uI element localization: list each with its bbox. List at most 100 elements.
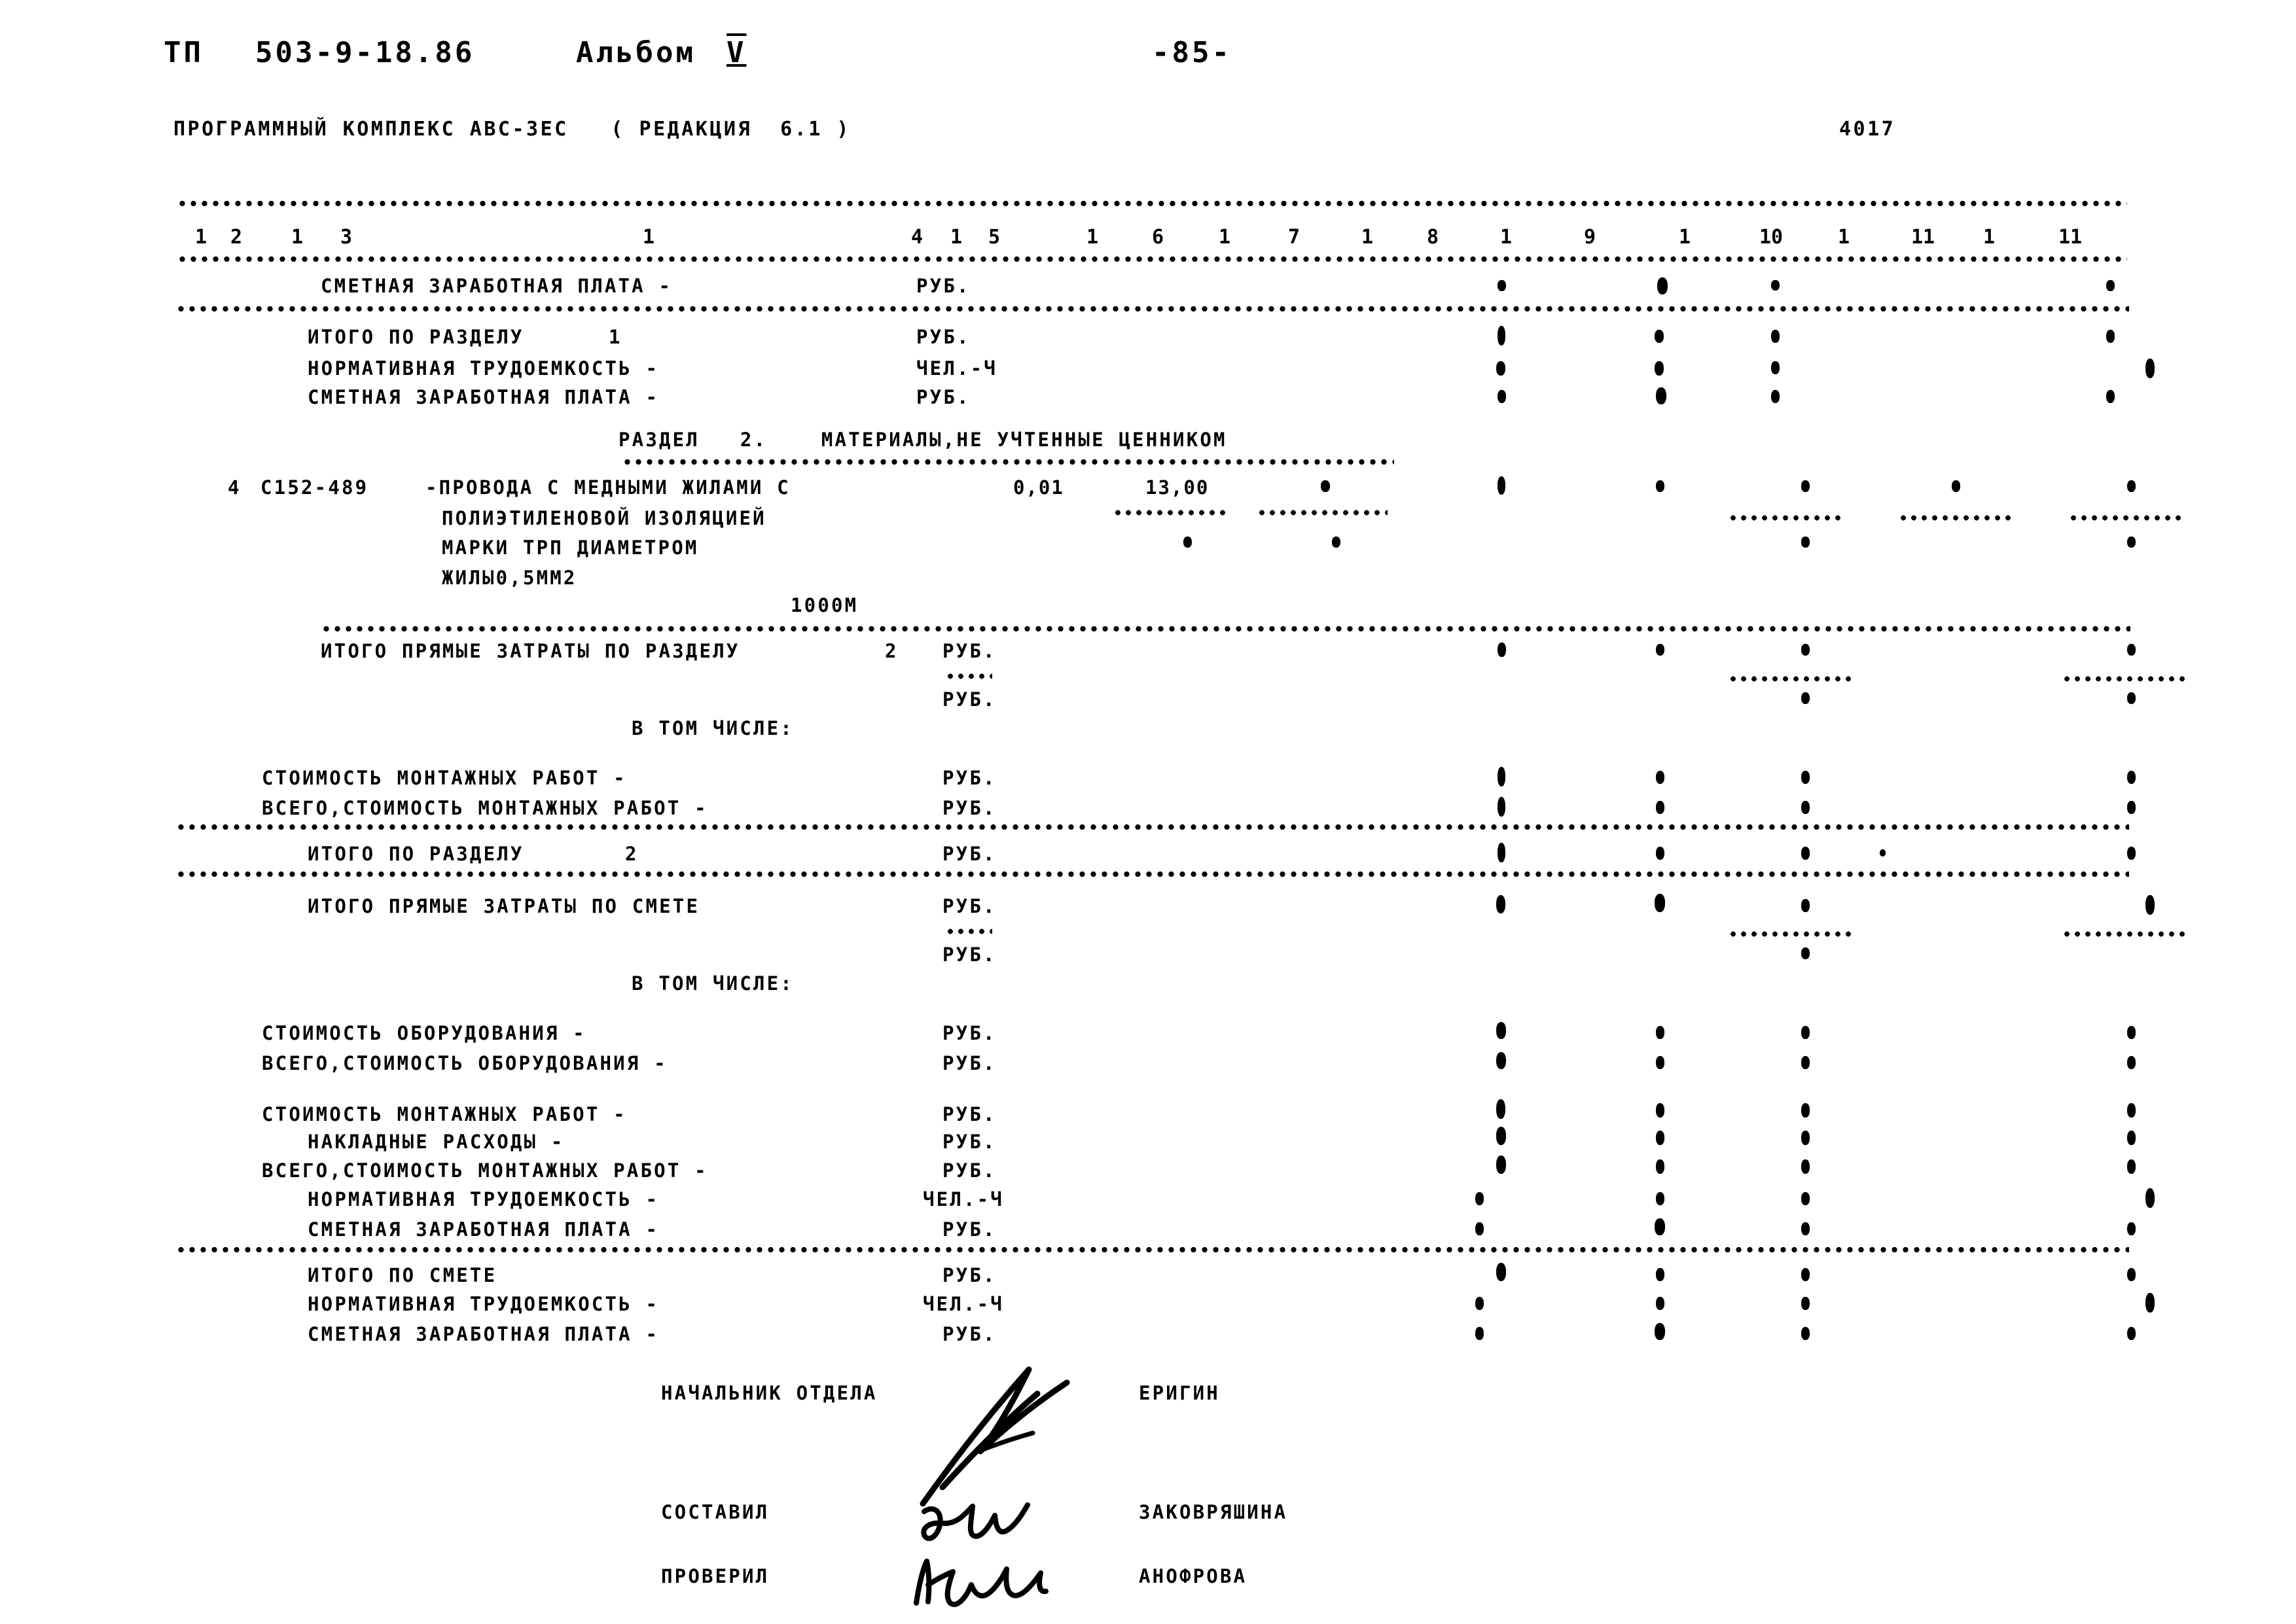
value-mark	[1771, 330, 1780, 343]
value-mark	[1332, 537, 1340, 548]
value-mark	[1656, 480, 1664, 492]
section2-total-index: 2	[625, 843, 639, 865]
column-number-pipe-1: 1	[195, 226, 207, 249]
estimate-line-label-4: ВСЕГО,СТОИМОСТЬ МОНТАЖНЫХ РАБОТ -	[262, 1159, 708, 1182]
value-mark	[2127, 847, 2136, 860]
section2-including-label: В ТОМ ЧИСЛЕ:	[632, 717, 794, 739]
table-header-bottom-rule	[177, 255, 2127, 263]
section-title-underline	[622, 458, 1394, 466]
value-mark	[1475, 1327, 1484, 1340]
value-mark	[1656, 847, 1664, 860]
value-mark	[1880, 849, 1886, 856]
column-number-pipe-5: 1	[1086, 226, 1099, 249]
value-mark	[2106, 390, 2115, 403]
row-separator-rule	[175, 1246, 2129, 1254]
value-mark	[1801, 1297, 1810, 1310]
doc-code-prefix: ТП	[164, 36, 204, 69]
value-mark	[1801, 801, 1810, 814]
value-mark	[2127, 1056, 2136, 1069]
estimate-line-unit-2: РУБ.	[942, 1103, 997, 1125]
value-mark	[2127, 480, 2136, 492]
value-mark	[1656, 1297, 1664, 1310]
value-mark	[2145, 1188, 2155, 1208]
album-label: Альбом	[576, 36, 696, 69]
section2-direct-costs-label: ИТОГО ПРЯМЫЕ ЗАТРАТЫ ПО РАЗДЕЛУ	[321, 640, 740, 662]
estimate-line-unit-0: РУБ.	[942, 1022, 997, 1044]
value-mark	[1656, 1103, 1664, 1118]
value-mark	[1801, 1026, 1810, 1039]
value-mark	[2127, 1131, 2136, 1145]
item-price-underline	[1113, 509, 1230, 516]
value-mark	[2127, 537, 2136, 548]
row-label-wages-1: СМЕТНАЯ ЗАРАБОТНАЯ ПЛАТА -	[321, 275, 673, 297]
program-complex-line: ПРОГРАММНЫЙ КОМПЛЕКС АВС-3ЕС ( РЕДАКЦИЯ …	[173, 118, 851, 141]
value-mark	[1498, 476, 1505, 495]
item-code: С152-489	[260, 476, 369, 499]
column-number-pipe-2: 1	[291, 226, 304, 249]
value-mark	[2145, 895, 2155, 915]
signature-name-1: ЗАКОВРЯШИНА	[1139, 1501, 1288, 1523]
estimate-direct-costs-unit-2: РУБ.	[942, 944, 997, 966]
estimate-line-label-3: НАКЛАДНЫЕ РАСХОДЫ -	[308, 1131, 565, 1153]
section2-direct-costs-unit: РУБ.	[942, 640, 997, 662]
column-number-pipe-6: 1	[1219, 226, 1231, 249]
row-separator-rule	[175, 305, 2129, 313]
value-mark	[2127, 1026, 2136, 1039]
value-mark	[1496, 895, 1505, 913]
estimate-line-unit-6: РУБ.	[942, 1218, 997, 1241]
value-mark	[2127, 692, 2136, 704]
value-mark	[1655, 1323, 1665, 1340]
estimate-col-underline-b	[2062, 930, 2186, 938]
value-mark	[1496, 1156, 1506, 1174]
value-mark	[1801, 644, 1810, 656]
value-mark	[1655, 894, 1665, 912]
row-label-labor-1: НОРМАТИВНАЯ ТРУДОЕМКОСТЬ -	[308, 357, 660, 380]
section2-line-unit-1: РУБ.	[942, 797, 997, 819]
signature-name-0: ЕРИГИН	[1139, 1382, 1220, 1404]
section2-total-unit: РУБ.	[942, 843, 997, 865]
row-label-section-total-1: ИТОГО ПО РАЗДЕЛУ	[308, 326, 524, 348]
row-unit-wages-1: РУБ.	[916, 275, 971, 297]
value-mark	[1801, 1268, 1810, 1281]
column-number-2: 3	[340, 226, 353, 249]
value-mark	[1657, 277, 1668, 294]
value-mark	[1183, 537, 1192, 548]
column-number-1: 2	[230, 226, 243, 249]
row-index-section-total-1: 1	[609, 326, 622, 348]
item-description-line-2: ПОЛИЭТИЛЕНОВОЙ ИЗОЛЯЦИЕЙ	[442, 507, 766, 529]
column-number-8: 9	[1584, 226, 1596, 249]
value-mark	[1801, 771, 1810, 784]
value-mark	[1801, 1222, 1810, 1235]
value-mark	[2127, 644, 2136, 656]
value-mark	[1801, 847, 1810, 860]
signature-role-2: ПРОВЕРИЛ	[661, 1565, 770, 1587]
column-number-pipe-10: 1	[1838, 226, 1850, 249]
value-mark	[1656, 1131, 1664, 1145]
grand-total-wages-unit: РУБ.	[942, 1323, 997, 1345]
estimate-line-unit-3: РУБ.	[942, 1131, 997, 1153]
column-number-pipe-9: 1	[1679, 226, 1691, 249]
value-mark	[1801, 537, 1810, 548]
row-label-wages-2: СМЕТНАЯ ЗАРАБОТНАЯ ПЛАТА -	[308, 386, 660, 408]
value-mark	[1801, 480, 1810, 492]
row-unit-labor-1: ЧЕЛ.-Ч	[916, 357, 997, 380]
column-number-pipe-11: 1	[1983, 226, 1996, 249]
album-number: V	[726, 36, 747, 69]
estimate-col-underline-a	[1728, 930, 1852, 938]
value-mark	[2127, 1103, 2136, 1118]
estimate-line-label-1: ВСЕГО,СТОИМОСТЬ ОБОРУДОВАНИЯ -	[262, 1052, 668, 1074]
item-description-line-4: ЖИЛЫ0,5ММ2	[442, 567, 577, 589]
value-mark	[1656, 1192, 1664, 1205]
value-mark	[2127, 1222, 2136, 1235]
row-unit-wages-2: РУБ.	[916, 386, 971, 408]
document-page: ТП 503-9-18.86 Альбом V -85- ПРОГРАММНЫЙ…	[0, 0, 2296, 1623]
grand-total-wages-label: СМЕТНАЯ ЗАРАБОТНАЯ ПЛАТА -	[308, 1323, 660, 1345]
value-mark	[1475, 1192, 1484, 1205]
table-top-rule	[177, 200, 2127, 207]
column-number-5: 6	[1152, 226, 1164, 249]
value-mark	[1801, 899, 1810, 912]
grand-total-unit: РУБ.	[942, 1264, 997, 1286]
column-number-11: 11	[2058, 226, 2083, 249]
row-unit-section-total-1: РУБ.	[916, 326, 971, 348]
section2-line-label-0: СТОИМОСТЬ МОНТАЖНЫХ РАБОТ -	[262, 767, 627, 789]
